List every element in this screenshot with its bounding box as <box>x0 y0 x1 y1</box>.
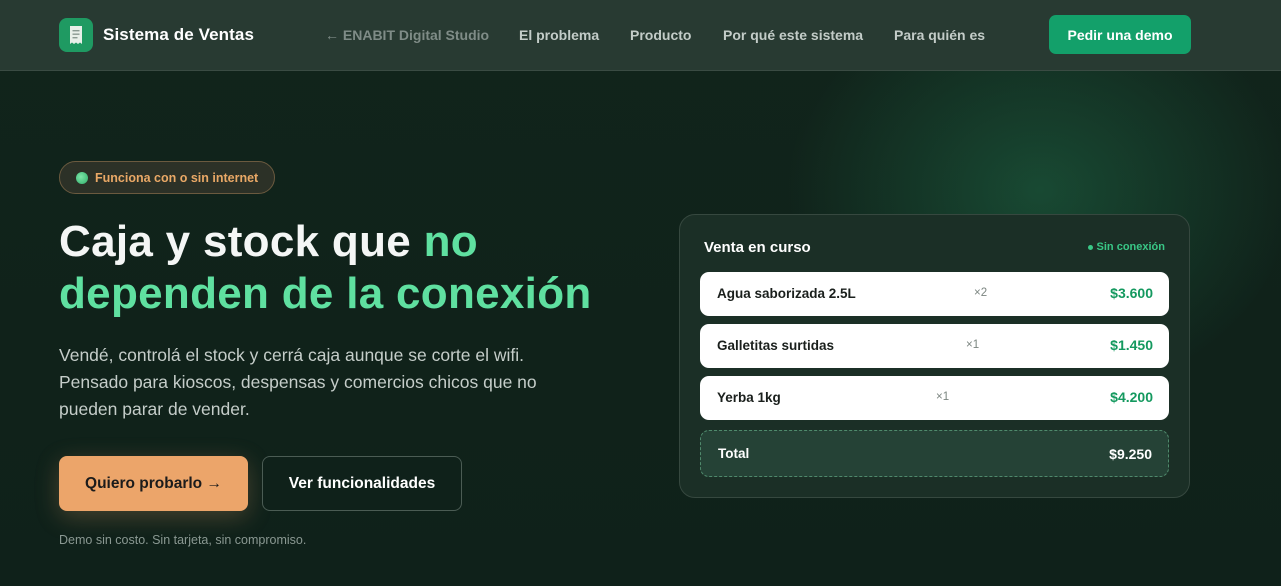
headline-plain: Caja y stock que <box>59 217 424 266</box>
card-title: Venta en curso <box>704 239 811 256</box>
nav-link-back-studio[interactable]: ← ENABIT Digital Studio <box>325 27 489 43</box>
item-qty: ×2 <box>974 287 988 299</box>
item-qty: ×1 <box>936 391 950 403</box>
request-demo-button[interactable]: Pedir una demo <box>1049 15 1191 54</box>
brand-name: Sistema de Ventas <box>103 25 254 44</box>
hero-headline: Caja y stock que no dependen de la conex… <box>59 216 679 320</box>
offline-status-label: Sin conexión <box>1096 241 1165 253</box>
see-features-button[interactable]: Ver funcionalidades <box>262 456 462 511</box>
nav-link-para-quien[interactable]: Para quién es <box>894 27 985 43</box>
item-qty: ×1 <box>966 339 980 351</box>
sale-in-progress-card: Venta en curso Sin conexión Agua saboriz… <box>679 214 1190 498</box>
badge-text: Funciona con o sin internet <box>95 170 259 185</box>
nav-link-producto[interactable]: Producto <box>630 27 691 43</box>
demo-note: Demo sin costo. Sin tarjeta, sin comprom… <box>59 533 307 547</box>
sale-item: Agua saborizada 2.5L ×2 $3.600 <box>700 272 1169 316</box>
brand[interactable]: Sistema de Ventas <box>59 18 254 52</box>
sale-item: Yerba 1kg ×1 $4.200 <box>700 376 1169 420</box>
sale-item: Galletitas surtidas ×1 $1.450 <box>700 324 1169 368</box>
nav-link-problema[interactable]: El problema <box>519 27 599 43</box>
try-it-button[interactable]: Quiero probarlo → <box>59 456 248 511</box>
nav-link-por-que[interactable]: Por qué este sistema <box>723 27 863 43</box>
offline-badge: Funciona con o sin internet <box>59 161 276 194</box>
item-price: $4.200 <box>1110 389 1153 405</box>
hero-subtext: Vendé, controlá el stock y cerrá caja au… <box>59 345 537 419</box>
headline-accent-line: dependen de la conexión <box>59 269 592 318</box>
item-name: Galletitas surtidas <box>717 338 835 353</box>
offline-status: Sin conexión <box>1087 241 1165 253</box>
landing-page: Sistema de Ventas ← ENABIT Digital Studi… <box>0 0 1281 586</box>
status-dot-icon <box>76 171 88 184</box>
item-name: Agua saborizada 2.5L <box>717 286 856 301</box>
headline-accent-word: no <box>423 217 478 266</box>
total-label: Total <box>718 446 750 461</box>
receipt-icon <box>59 18 93 52</box>
top-navbar: Sistema de Ventas ← ENABIT Digital Studi… <box>0 0 1281 71</box>
item-price: $1.450 <box>1110 337 1153 353</box>
item-price: $3.600 <box>1110 285 1153 301</box>
item-name: Yerba 1kg <box>717 390 781 405</box>
status-dot-icon <box>1087 244 1093 250</box>
sale-total-row: Total $9.250 <box>700 430 1169 477</box>
total-value: $9.250 <box>1109 446 1152 462</box>
